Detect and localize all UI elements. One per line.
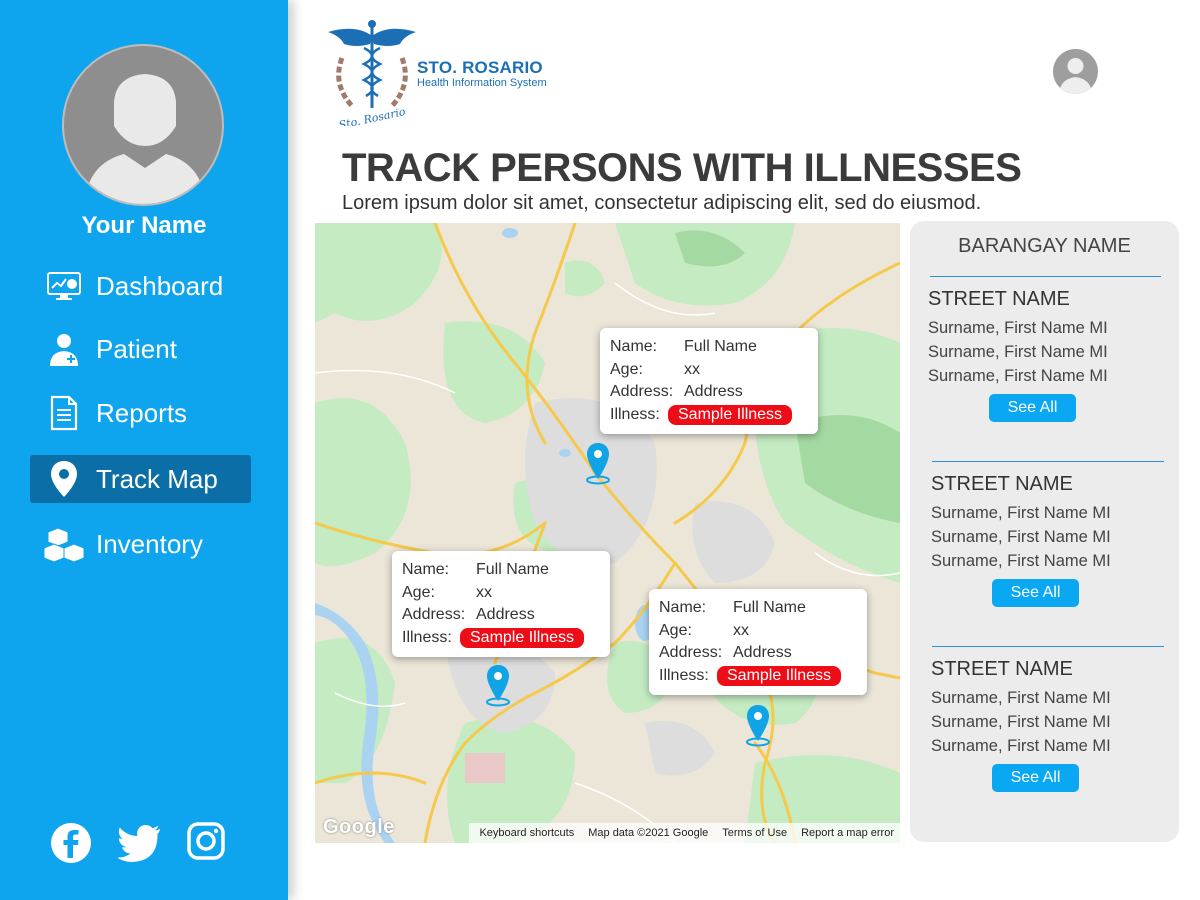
sidebar: Your Name Dashboard Patient Reports Trac… <box>0 0 288 900</box>
street-name: STREET NAME <box>931 658 1073 680</box>
barangay-panel: BARANGAY NAME STREET NAME Surname, First… <box>910 221 1179 842</box>
person-name[interactable]: Surname, First Name MI <box>931 689 1111 708</box>
name-key: Name: <box>659 599 707 617</box>
person-name[interactable]: Surname, First Name MI <box>928 367 1108 386</box>
person-name[interactable]: Surname, First Name MI <box>928 343 1108 362</box>
terms-of-use-link[interactable]: Terms of Use <box>722 827 787 839</box>
user-avatar[interactable] <box>62 44 224 206</box>
see-all-button[interactable]: See All <box>992 764 1079 792</box>
nav-patient[interactable]: Patient <box>30 325 251 373</box>
patient-icon <box>44 329 84 369</box>
illness-key: Illness: <box>659 666 709 684</box>
street-name: STREET NAME <box>928 288 1070 310</box>
nav-label: Dashboard <box>96 270 224 301</box>
person-name[interactable]: Surname, First Name MI <box>931 713 1111 732</box>
patient-name: Full Name <box>476 561 549 579</box>
divider <box>932 461 1164 462</box>
barangay-name: BARANGAY NAME <box>958 235 1131 257</box>
nav-dashboard[interactable]: Dashboard <box>30 262 251 310</box>
person-name[interactable]: Surname, First Name MI <box>931 737 1111 756</box>
brand-title: STO. ROSARIO <box>417 58 543 77</box>
brand-subtitle: Health Information System <box>417 77 547 89</box>
illness-badge: Sample Illness <box>668 404 793 425</box>
divider <box>932 646 1164 647</box>
age-key: Age: <box>610 360 643 378</box>
nav-label: Inventory <box>96 528 203 559</box>
logo-text: Sto. Rosario <box>338 105 407 126</box>
track-map[interactable]: Google Keyboard shortcuts Map data ©2021… <box>315 223 900 843</box>
address-key: Address: <box>659 644 723 662</box>
report-map-error-link[interactable]: Report a map error <box>801 827 894 839</box>
nav-label: Patient <box>96 333 177 364</box>
illness-key: Illness: <box>610 405 660 423</box>
person-name[interactable]: Surname, First Name MI <box>931 552 1111 571</box>
profile-avatar[interactable] <box>1053 49 1098 94</box>
nav-inventory[interactable]: Inventory <box>30 520 251 568</box>
illness-key: Illness: <box>402 628 452 646</box>
patient-age: xx <box>684 360 700 378</box>
address-key: Address: <box>610 383 674 401</box>
page-subtitle: Lorem ipsum dolor sit amet, consectetur … <box>342 192 982 214</box>
see-all-button[interactable]: See All <box>989 394 1076 422</box>
illness-badge: Sample Illness <box>460 627 585 648</box>
map-footer: Keyboard shortcuts Map data ©2021 Google… <box>469 823 900 843</box>
name-key: Name: <box>402 561 450 579</box>
patient-name: Full Name <box>684 338 757 356</box>
twitter-icon[interactable] <box>117 822 160 864</box>
keyboard-shortcuts-link[interactable]: Keyboard shortcuts <box>479 827 574 839</box>
name-key: Name: <box>610 338 658 356</box>
nav-reports[interactable]: Reports <box>30 389 251 437</box>
nav-track-map[interactable]: Track Map <box>30 455 251 503</box>
map-pin-icon <box>44 459 84 499</box>
patient-age: xx <box>733 621 749 639</box>
nav-label: Reports <box>96 397 188 428</box>
patient-info-card[interactable]: Name: Full Name Age: xx Address: Address Il… <box>600 328 818 434</box>
patient-address: Address <box>733 644 792 662</box>
user-name: Your Name <box>81 212 207 239</box>
facebook-icon[interactable] <box>50 822 92 864</box>
divider <box>930 276 1161 277</box>
map-pin-icon[interactable] <box>743 703 773 747</box>
google-logo: Google <box>323 816 395 838</box>
person-name[interactable]: Surname, First Name MI <box>931 528 1111 547</box>
person-name[interactable]: Surname, First Name MI <box>931 504 1111 523</box>
see-all-button[interactable]: See All <box>992 579 1079 607</box>
person-name[interactable]: Surname, First Name MI <box>928 319 1108 338</box>
illness-badge: Sample Illness <box>717 665 842 686</box>
age-key: Age: <box>402 583 435 601</box>
patient-address: Address <box>476 606 535 624</box>
reports-icon <box>44 393 84 433</box>
sto-rosario-logo: Sto. Rosario <box>326 18 418 132</box>
age-key: Age: <box>659 621 692 639</box>
map-pin-icon[interactable] <box>583 441 613 485</box>
patient-address: Address <box>684 383 743 401</box>
street-name: STREET NAME <box>931 473 1073 495</box>
map-pin-icon[interactable] <box>483 663 513 707</box>
patient-name: Full Name <box>733 599 806 617</box>
address-key: Address: <box>402 606 466 624</box>
nav-label: Track Map <box>96 463 218 494</box>
boxes-icon <box>44 524 84 564</box>
patient-age: xx <box>476 583 492 601</box>
dashboard-icon <box>44 266 84 306</box>
page-title: TRACK PERSONS WITH ILLNESSES <box>342 146 1022 190</box>
patient-info-card[interactable]: Name: Full Name Age: xx Address: Address Il… <box>392 551 610 657</box>
map-data-text: Map data ©2021 Google <box>588 827 709 839</box>
instagram-icon[interactable] <box>186 821 228 863</box>
map-background <box>315 223 900 843</box>
patient-info-card[interactable]: Name: Full Name Age: xx Address: Address Il… <box>649 589 867 695</box>
